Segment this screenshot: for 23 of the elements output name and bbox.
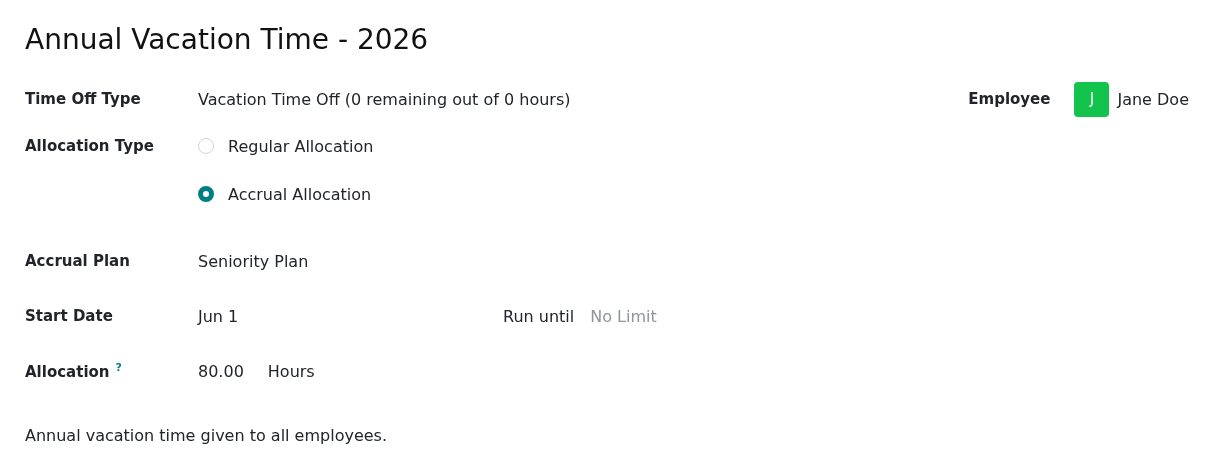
- field-label: Start Date: [25, 307, 114, 325]
- help-tooltip[interactable]: ?: [115, 361, 122, 374]
- field-label: Allocation $^{?}$: [25, 361, 123, 381]
- option-label: Accrual Allocation: [228, 184, 372, 204]
- field-value[interactable]: 80.00: [198, 361, 244, 381]
- field-value[interactable]: Seniority Plan: [198, 251, 309, 271]
- field-label: Time Off Type: [25, 90, 142, 108]
- radio-icon[interactable]: [198, 186, 214, 202]
- radio-option[interactable]: Accrual Allocation: [198, 184, 372, 204]
- employee-name[interactable]: Jane Doe: [1117, 89, 1189, 109]
- field-value[interactable]: Jun 1: [198, 306, 247, 326]
- description-text: Annual vacation time given to all employees.: [25, 426, 388, 445]
- date-field[interactable]: No Limit: [590, 306, 701, 326]
- avatar: J: [1074, 81, 1110, 117]
- field-label: Accrual Plan: [25, 252, 131, 270]
- field-label: Allocation Type: [25, 137, 155, 155]
- field-label: Run until: [503, 306, 575, 326]
- form-title: Annual Vacation Time - 2026: [25, 22, 430, 58]
- radio-option[interactable]: Regular Allocation: [198, 136, 374, 156]
- field-label: Employee: [968, 90, 1051, 108]
- field-value[interactable]: Vacation Time Off (0 remaining out of 0 hours): [198, 89, 571, 109]
- option-label: Regular Allocation: [228, 136, 374, 156]
- unit-label: Hours: [267, 361, 315, 381]
